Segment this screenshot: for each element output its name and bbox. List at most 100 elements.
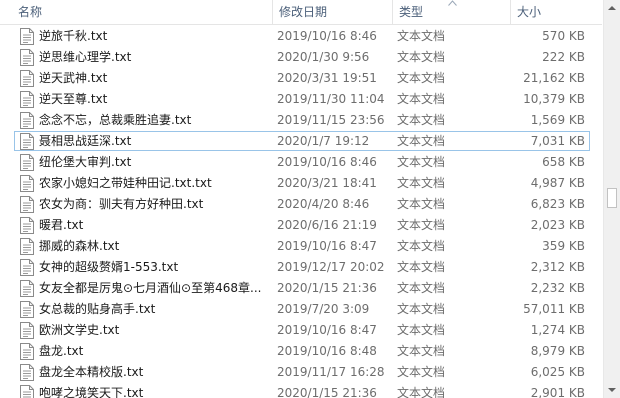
text-file-icon bbox=[20, 28, 34, 45]
file-type: 文本文档 bbox=[397, 155, 446, 169]
file-row[interactable]: 纽伦堡大审判.txt 2019/10/16 8:46 文本文档 658 KB bbox=[14, 152, 590, 172]
file-row[interactable]: 农女为商：驯夫有方好种田.txt 2020/4/20 8:46 文本文档 6,823 … bbox=[14, 194, 590, 214]
file-size: 2,901 KB bbox=[530, 386, 585, 398]
file-type: 文本文档 bbox=[397, 365, 446, 379]
file-row[interactable]: 女友全都是厉鬼⊙七月酒仙⊙至第468章... 2020/1/15 21:36 文本文… bbox=[14, 278, 590, 298]
file-size: 10,379 KB bbox=[523, 92, 585, 106]
file-modified-date: 2019/10/16 8:47 bbox=[277, 323, 377, 337]
scrollbar-thumb[interactable] bbox=[607, 188, 617, 208]
file-type: 文本文档 bbox=[397, 260, 446, 274]
file-name: 欧洲文学史.txt bbox=[39, 323, 120, 337]
file-modified-date: 2019/11/15 23:56 bbox=[277, 113, 385, 127]
file-name: 盘龙全本精校版.txt bbox=[39, 365, 144, 379]
file-size: 1,274 KB bbox=[530, 323, 585, 337]
file-name: 逆思维心理学.txt bbox=[39, 50, 132, 64]
file-modified-date: 2019/11/30 11:04 bbox=[277, 92, 385, 106]
text-file-icon bbox=[20, 322, 34, 339]
file-row[interactable]: 逆天至尊.txt 2019/11/30 11:04 文本文档 10,379 KB bbox=[14, 89, 590, 109]
file-row[interactable]: 咆哮之境笑天下.txt 2020/1/15 21:36 文本文档 2,901 KB bbox=[14, 383, 590, 398]
file-row[interactable]: 逆天武神.txt 2020/3/31 19:51 文本文档 21,162 KB bbox=[14, 68, 590, 88]
file-modified-date: 2020/4/20 8:46 bbox=[277, 197, 370, 211]
file-name: 农女为商：驯夫有方好种田.txt bbox=[39, 197, 204, 211]
text-file-icon bbox=[20, 238, 34, 255]
file-name: 念念不忘，总裁乘胜追妻.txt bbox=[39, 113, 192, 127]
file-row[interactable]: 挪威的森林.txt 2019/10/16 8:47 文本文档 359 KB bbox=[14, 236, 590, 256]
text-file-icon bbox=[20, 196, 34, 213]
file-modified-date: 2019/10/16 8:46 bbox=[277, 29, 377, 43]
file-row[interactable]: 暖君.txt 2020/6/16 21:19 文本文档 2,023 KB bbox=[14, 215, 590, 235]
scroll-up-icon[interactable] bbox=[604, 0, 620, 17]
file-row[interactable]: 盘龙.txt 2019/10/16 8:48 文本文档 8,979 KB bbox=[14, 341, 590, 361]
text-file-icon bbox=[20, 112, 34, 129]
file-type: 文本文档 bbox=[397, 386, 446, 398]
file-row[interactable]: 逆旅千秋.txt 2019/10/16 8:46 文本文档 570 KB bbox=[14, 26, 590, 46]
column-header-bar: 名称 修改日期 类型 大小 bbox=[0, 0, 602, 25]
file-list: 逆旅千秋.txt 2019/10/16 8:46 文本文档 570 KB 逆思维心理学.… bbox=[0, 26, 602, 398]
file-modified-date: 2019/11/17 16:28 bbox=[277, 365, 385, 379]
file-modified-date: 2020/1/7 19:12 bbox=[277, 134, 370, 148]
file-size: 8,979 KB bbox=[530, 344, 585, 358]
file-modified-date: 2020/6/16 21:19 bbox=[277, 218, 377, 232]
file-type: 文本文档 bbox=[397, 197, 446, 211]
file-name: 女友全都是厉鬼⊙七月酒仙⊙至第468章... bbox=[39, 281, 262, 295]
file-name: 女总裁的贴身高手.txt bbox=[39, 302, 156, 316]
file-name: 逆天至尊.txt bbox=[39, 92, 108, 106]
vertical-scrollbar[interactable] bbox=[603, 0, 620, 398]
text-file-icon bbox=[20, 280, 34, 297]
file-row[interactable]: 女神的超级赘婿1-553.txt 2019/12/17 20:02 文本文档 2,31… bbox=[14, 257, 590, 277]
file-modified-date: 2019/10/16 8:46 bbox=[277, 155, 377, 169]
text-file-icon bbox=[20, 385, 34, 398]
column-header-name[interactable]: 名称 bbox=[12, 0, 272, 24]
file-modified-date: 2019/7/20 3:09 bbox=[277, 302, 370, 316]
text-file-icon bbox=[20, 259, 34, 276]
file-name: 纽伦堡大审判.txt bbox=[39, 155, 132, 169]
file-modified-date: 2019/10/16 8:47 bbox=[277, 239, 377, 253]
file-modified-date: 2020/1/15 21:36 bbox=[277, 386, 377, 398]
file-row[interactable]: 女总裁的贴身高手.txt 2019/7/20 3:09 文本文档 57,011 KB bbox=[14, 299, 590, 319]
file-row[interactable]: 农家小媳妇之带娃种田记.txt.txt 2020/3/21 18:41 文本文档 4,… bbox=[14, 173, 590, 193]
text-file-icon bbox=[20, 175, 34, 192]
file-size: 2,023 KB bbox=[530, 218, 585, 232]
file-size: 57,011 KB bbox=[523, 302, 585, 316]
column-header-date[interactable]: 修改日期 bbox=[272, 0, 392, 24]
file-type: 文本文档 bbox=[397, 176, 446, 190]
file-explorer-window: 名称 修改日期 类型 大小 逆旅千秋.txt 2019/10/16 8:46 文本文… bbox=[0, 0, 620, 398]
sort-ascending-icon bbox=[448, 0, 457, 6]
file-size: 6,025 KB bbox=[530, 365, 585, 379]
file-name: 女神的超级赘婿1-553.txt bbox=[39, 260, 179, 274]
file-type: 文本文档 bbox=[397, 323, 446, 337]
file-row[interactable]: 盘龙全本精校版.txt 2019/11/17 16:28 文本文档 6,025 KB bbox=[14, 362, 590, 382]
file-size: 4,987 KB bbox=[530, 176, 585, 190]
file-modified-date: 2019/12/17 20:02 bbox=[277, 260, 385, 274]
file-modified-date: 2019/10/16 8:48 bbox=[277, 344, 377, 358]
file-name: 挪威的森林.txt bbox=[39, 239, 120, 253]
file-name: 逆旅千秋.txt bbox=[39, 29, 108, 43]
file-name: 聂相思战廷深.txt bbox=[39, 134, 132, 148]
file-size: 658 KB bbox=[542, 155, 585, 169]
file-size: 359 KB bbox=[542, 239, 585, 253]
file-row[interactable]: 念念不忘，总裁乘胜追妻.txt 2019/11/15 23:56 文本文档 1,569… bbox=[14, 110, 590, 130]
text-file-icon bbox=[20, 217, 34, 234]
file-size: 6,823 KB bbox=[530, 197, 585, 211]
file-type: 文本文档 bbox=[397, 92, 446, 106]
text-file-icon bbox=[20, 91, 34, 108]
file-type: 文本文档 bbox=[397, 50, 446, 64]
file-type: 文本文档 bbox=[397, 29, 446, 43]
scroll-down-icon[interactable] bbox=[604, 381, 620, 398]
text-file-icon bbox=[20, 154, 34, 171]
file-size: 21,162 KB bbox=[523, 71, 585, 85]
text-file-icon bbox=[20, 133, 34, 150]
file-type: 文本文档 bbox=[397, 113, 446, 127]
file-row[interactable]: 聂相思战廷深.txt 2020/1/7 19:12 文本文档 7,031 KB bbox=[14, 131, 590, 151]
file-type: 文本文档 bbox=[397, 134, 446, 148]
column-header-size[interactable]: 大小 bbox=[510, 0, 602, 24]
file-row[interactable]: 逆思维心理学.txt 2020/1/30 9:56 文本文档 222 KB bbox=[14, 47, 590, 67]
file-type: 文本文档 bbox=[397, 71, 446, 85]
text-file-icon bbox=[20, 364, 34, 381]
file-modified-date: 2020/1/15 21:36 bbox=[277, 281, 377, 295]
file-row[interactable]: 欧洲文学史.txt 2019/10/16 8:47 文本文档 1,274 KB bbox=[14, 320, 590, 340]
text-file-icon bbox=[20, 49, 34, 66]
file-type: 文本文档 bbox=[397, 281, 446, 295]
file-modified-date: 2020/1/30 9:56 bbox=[277, 50, 370, 64]
file-name: 农家小媳妇之带娃种田记.txt.txt bbox=[39, 176, 212, 190]
